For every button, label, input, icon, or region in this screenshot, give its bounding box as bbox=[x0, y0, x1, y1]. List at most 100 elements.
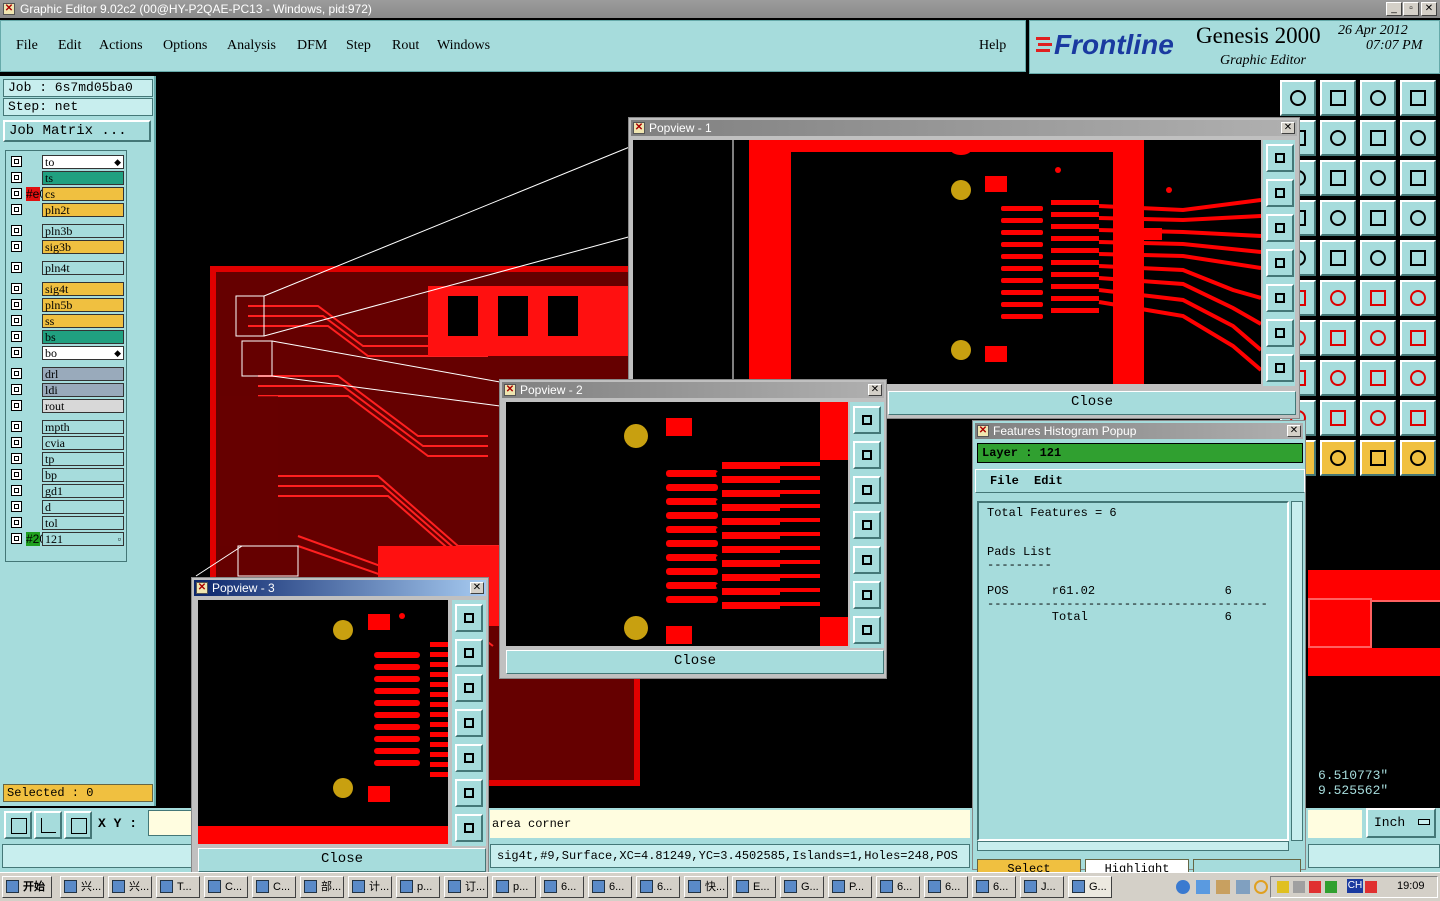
folder-icon[interactable] bbox=[1216, 880, 1230, 894]
taskbar-button[interactable]: p... bbox=[396, 876, 440, 898]
layer-checkbox[interactable] bbox=[11, 368, 22, 379]
popview-3-zoom-out-icon[interactable] bbox=[455, 814, 483, 842]
scale-icon[interactable] bbox=[1360, 160, 1396, 196]
layer-checkbox[interactable] bbox=[11, 188, 22, 199]
taskbar-button[interactable]: p... bbox=[492, 876, 536, 898]
layer-name[interactable]: rout bbox=[42, 399, 124, 413]
layer-name[interactable]: 121 ▫ bbox=[42, 532, 124, 546]
layer-name[interactable]: pln5b bbox=[42, 298, 124, 312]
layer-row[interactable]: drl bbox=[8, 367, 126, 381]
popview-2-fit-icon[interactable] bbox=[853, 406, 881, 434]
popview-1-fit-icon[interactable] bbox=[1266, 144, 1294, 172]
popview-1-close-icon[interactable]: ✕ bbox=[1281, 122, 1295, 134]
dim-icon[interactable] bbox=[1360, 360, 1396, 396]
taskbar-button[interactable]: 6... bbox=[876, 876, 920, 898]
tray-icon[interactable] bbox=[1309, 881, 1321, 893]
grid-icon[interactable] bbox=[64, 811, 92, 839]
popview-1-canvas[interactable] bbox=[633, 140, 1263, 384]
line-icon[interactable] bbox=[1320, 320, 1356, 356]
pcb-icon[interactable] bbox=[1360, 120, 1396, 156]
taskbar-button[interactable]: 快... bbox=[684, 876, 728, 898]
layer-name[interactable]: to ◆ bbox=[42, 155, 124, 169]
taskbar-button[interactable]: 计... bbox=[348, 876, 392, 898]
taskbar-button[interactable]: 6... bbox=[924, 876, 968, 898]
layer-name[interactable]: pln2t bbox=[42, 203, 124, 217]
taskbar-button[interactable]: E... bbox=[732, 876, 776, 898]
layer-checkbox[interactable] bbox=[11, 204, 22, 215]
layer-name[interactable]: tp bbox=[42, 452, 124, 466]
popview-1-pan-right-icon[interactable] bbox=[1266, 284, 1294, 312]
histogram-close-icon[interactable]: ✕ bbox=[1287, 425, 1301, 437]
input-method-icon[interactable] bbox=[1365, 881, 1377, 893]
menu-step[interactable]: Step bbox=[346, 38, 371, 54]
node-edit-icon[interactable] bbox=[1400, 440, 1436, 476]
layer-row[interactable]: bo ◆ bbox=[8, 346, 126, 360]
pointer-alt-icon[interactable] bbox=[1360, 440, 1396, 476]
layer-name[interactable]: mpth bbox=[42, 420, 124, 434]
taskbar-button[interactable]: 部... bbox=[300, 876, 344, 898]
popview-1-pan-left-icon[interactable] bbox=[1266, 249, 1294, 277]
layer-checkbox[interactable] bbox=[11, 453, 22, 464]
window-icon[interactable] bbox=[1400, 80, 1436, 116]
menu-analysis[interactable]: Analysis bbox=[227, 38, 276, 54]
taskbar-button[interactable]: 6... bbox=[636, 876, 680, 898]
layer-name[interactable]: ts bbox=[42, 171, 124, 185]
layer-checkbox[interactable] bbox=[11, 172, 22, 183]
layer-row[interactable]: gd1 bbox=[8, 484, 126, 498]
zoom-area-icon[interactable] bbox=[4, 811, 32, 839]
taskbar-button[interactable]: T... bbox=[156, 876, 200, 898]
desktop-icon[interactable] bbox=[1196, 880, 1210, 894]
layer-name[interactable]: gd1 bbox=[42, 484, 124, 498]
rotate-icon[interactable] bbox=[1360, 320, 1396, 356]
layer-row[interactable]: #e01010cs bbox=[8, 187, 126, 201]
layer-name[interactable]: d bbox=[42, 500, 124, 514]
popview-2-home-icon[interactable] bbox=[853, 441, 881, 469]
taskbar-button[interactable]: 兴... bbox=[60, 876, 104, 898]
layer-row[interactable]: sig4t bbox=[8, 282, 126, 296]
layer-row[interactable]: d bbox=[8, 500, 126, 514]
histogram-menu-file[interactable]: File bbox=[990, 474, 1019, 488]
maximize-button[interactable]: ▫ bbox=[1403, 2, 1419, 16]
popview-3-close-icon[interactable]: ✕ bbox=[470, 582, 484, 594]
close-window-button[interactable]: ✕ bbox=[1421, 2, 1437, 16]
tray-icon[interactable] bbox=[1293, 881, 1305, 893]
draw-icon[interactable] bbox=[1320, 240, 1356, 276]
layer-checkbox[interactable] bbox=[11, 156, 22, 167]
layer-checkbox[interactable] bbox=[11, 469, 22, 480]
layer-row[interactable]: pln3b bbox=[8, 224, 126, 238]
layers-alt-icon[interactable] bbox=[1400, 200, 1436, 236]
layer-row[interactable]: bp bbox=[8, 468, 126, 482]
taskbar-button[interactable]: 6... bbox=[972, 876, 1016, 898]
snap-icon[interactable] bbox=[1320, 200, 1356, 236]
histogram-menu-edit[interactable]: Edit bbox=[1034, 474, 1063, 488]
popview-1-screen-icon[interactable] bbox=[1266, 214, 1294, 242]
layer-checkbox[interactable] bbox=[11, 262, 22, 273]
popview-3-zoom-in-icon[interactable] bbox=[455, 779, 483, 807]
triangle-alt-icon[interactable] bbox=[1360, 400, 1396, 436]
help-icon[interactable] bbox=[1400, 160, 1436, 196]
popview-3-fit-icon[interactable] bbox=[455, 604, 483, 632]
popview-3-screen-icon[interactable] bbox=[455, 674, 483, 702]
histogram-hscrollbar[interactable] bbox=[977, 841, 1289, 851]
language-indicator[interactable]: CH bbox=[1347, 879, 1363, 893]
connect-alt-icon[interactable] bbox=[1400, 280, 1436, 316]
layer-checkbox[interactable] bbox=[11, 517, 22, 528]
popview-1-zoom-in-icon[interactable] bbox=[1266, 319, 1294, 347]
popview-1-home-icon[interactable] bbox=[1266, 179, 1294, 207]
popview-3-home-icon[interactable] bbox=[455, 639, 483, 667]
taskbar-button[interactable]: G... bbox=[1068, 876, 1112, 898]
taskbar-button[interactable]: 6... bbox=[588, 876, 632, 898]
ie-icon[interactable] bbox=[1176, 880, 1190, 894]
menu-dfm[interactable]: DFM bbox=[297, 38, 327, 54]
layer-name[interactable]: bp bbox=[42, 468, 124, 482]
clock-app-icon[interactable] bbox=[1254, 880, 1268, 894]
menu-windows[interactable]: Windows bbox=[437, 38, 490, 54]
layer-checkbox[interactable] bbox=[11, 225, 22, 236]
layer-checkbox[interactable] bbox=[11, 283, 22, 294]
popview-2-titlebar[interactable]: ✕ Popview - 2 bbox=[502, 382, 884, 398]
popview-1-zoom-out-icon[interactable] bbox=[1266, 354, 1294, 382]
menu-options[interactable]: Options bbox=[163, 38, 207, 54]
layer-row[interactable]: mpth bbox=[8, 420, 126, 434]
taskbar-button[interactable]: C... bbox=[252, 876, 296, 898]
route-icon[interactable] bbox=[1400, 320, 1436, 356]
